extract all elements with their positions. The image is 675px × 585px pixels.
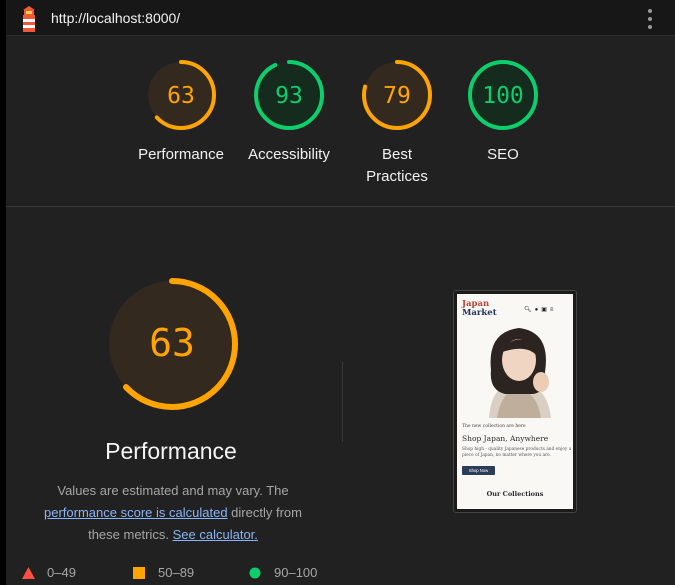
category-label: Performance <box>138 146 224 163</box>
more-options-button[interactable] <box>642 8 658 30</box>
menu-icon: ≡ <box>549 307 557 313</box>
cart-icon: ▣ <box>541 307 550 313</box>
category-label: Accessibility <box>248 146 330 163</box>
collections-heading: Our Collections <box>486 490 544 498</box>
brand-line-2: Market <box>462 308 497 318</box>
dot-icon <box>648 17 652 21</box>
top-bar: http://localhost:8000/ <box>6 0 675 36</box>
seo-score: 100 <box>482 83 524 109</box>
hero-model-image <box>469 322 567 418</box>
gauge-best-practices[interactable]: 79 Best Practices <box>342 58 452 188</box>
category-label: SEO <box>487 146 519 163</box>
best-practices-gauge-icon: 79 <box>362 60 432 130</box>
search-icon: 🔍︎ <box>524 307 535 313</box>
vertical-divider <box>342 362 343 442</box>
legend-range: 50–89 <box>158 565 195 580</box>
see-calculator-link[interactable]: See calculator. <box>173 527 258 542</box>
shop-now-button[interactable]: Shop Now <box>462 466 495 475</box>
dot-icon <box>648 9 652 13</box>
score-calculated-link[interactable]: performance score is calculated <box>44 505 228 520</box>
page-url[interactable]: http://localhost:8000/ <box>51 10 180 26</box>
section-divider <box>6 206 675 207</box>
report-frame: http://localhost:8000/ 63 Performance 93… <box>6 0 675 585</box>
category-label: Best Practices <box>366 146 428 185</box>
performance-large-score: 63 <box>149 321 195 365</box>
brand-logo: Japan Market <box>462 300 497 318</box>
accessibility-score: 93 <box>275 83 303 109</box>
hero-heading: Shop Japan, Anywhere <box>462 434 549 443</box>
hero-kicker: The new collection are here <box>462 424 526 429</box>
page-screenshot[interactable]: Japan Market 🔍︎●▣≡ The new collection ar… <box>453 290 577 513</box>
performance-gauge-icon: 63 <box>146 60 216 130</box>
header-icons: 🔍︎●▣≡ <box>524 306 556 313</box>
seo-gauge-icon: 100 <box>468 60 538 130</box>
triangle-icon <box>22 567 35 579</box>
performance-title: Performance <box>105 438 237 464</box>
legend-range: 0–49 <box>47 565 76 580</box>
circle-icon <box>249 567 261 579</box>
gauge-performance[interactable]: 63 Performance <box>126 58 236 166</box>
lighthouse-logo-icon <box>23 6 35 32</box>
score-legend: 0–49 50–89 90–100 <box>6 564 675 584</box>
gauge-seo[interactable]: 100 SEO <box>448 58 558 166</box>
performance-large-gauge-icon: 63 <box>106 278 238 410</box>
performance-description: Values are estimated and may vary. The p… <box>28 480 318 546</box>
legend-range: 90–100 <box>274 565 318 580</box>
gauge-accessibility[interactable]: 93 Accessibility <box>234 58 344 166</box>
hero-body: Shop high - quality Japanese products an… <box>462 447 572 458</box>
dot-icon <box>648 25 652 29</box>
square-icon <box>133 567 145 579</box>
accessibility-gauge-icon: 93 <box>254 60 324 130</box>
description-text: Values are estimated and may vary. The <box>57 483 289 498</box>
best-practices-score: 79 <box>383 83 411 109</box>
performance-score: 63 <box>167 83 195 109</box>
